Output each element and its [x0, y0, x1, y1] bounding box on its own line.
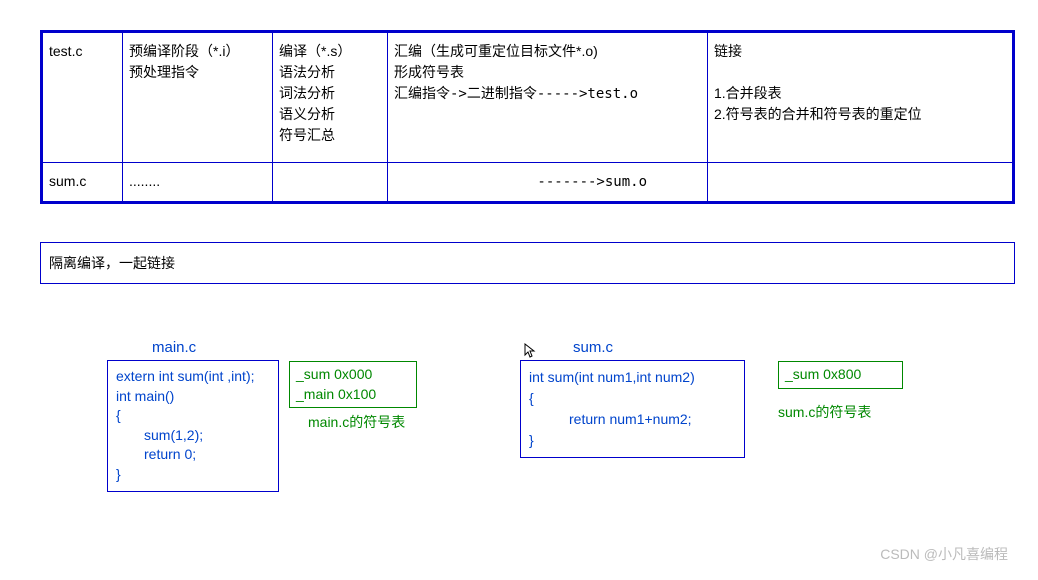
- cell-compile-l4: 符号汇总: [279, 127, 335, 143]
- symbol-entry: _main 0x100: [296, 386, 376, 402]
- sum-symbol-caption: sum.c的符号表: [778, 402, 871, 422]
- main-code-box: extern int sum(int ,int); int main() { s…: [107, 360, 279, 492]
- main-c-label: main.c: [152, 339, 196, 356]
- cell-link-title: 链接: [714, 43, 742, 59]
- cell-dots: ........: [129, 173, 160, 189]
- cell-link-l2: 2.符号表的合并和符号表的重定位: [714, 106, 922, 122]
- code-line: {: [116, 407, 121, 423]
- symbol-entry: _sum 0x800: [785, 366, 861, 382]
- code-line: }: [116, 466, 121, 482]
- code-line: return 0;: [116, 446, 196, 462]
- cell-link-l1: 1.合并段表: [714, 85, 782, 101]
- table-row: sum.c ........ ------->sum.o: [43, 163, 1013, 202]
- cell-compile-l3: 语义分析: [279, 106, 335, 122]
- sum-code-box: int sum(int num1,int num2) { return num1…: [520, 360, 745, 458]
- table-row: test.c 预编译阶段（*.i） 预处理指令 编译（*.s） 语法分析词法分析语义…: [43, 33, 1013, 163]
- cursor-icon: [524, 343, 536, 362]
- cell-file: test.c: [49, 43, 82, 59]
- sum-c-label: sum.c: [573, 339, 613, 356]
- cell-compile-l2: 词法分析: [279, 85, 335, 101]
- compilation-stages-table: test.c 预编译阶段（*.i） 预处理指令 编译（*.s） 语法分析词法分析语义…: [40, 30, 1015, 204]
- symbol-entry: _sum 0x000: [296, 366, 372, 382]
- watermark-text: CSDN @小凡喜编程: [880, 544, 1008, 564]
- cell-sum-o: ------->sum.o: [537, 174, 647, 190]
- code-line: extern int sum(int ,int);: [116, 368, 255, 384]
- cell-preprocess-title: 预编译阶段（*.i）: [129, 43, 239, 59]
- separator-caption-box: 隔离编译，一起链接: [40, 242, 1015, 284]
- code-line: return num1+num2;: [529, 411, 692, 427]
- sum-symbol-table: _sum 0x800: [778, 361, 903, 389]
- code-line: int sum(int num1,int num2): [529, 369, 695, 385]
- code-line: }: [529, 432, 534, 448]
- cell-compile-title: 编译（*.s）: [279, 43, 351, 59]
- code-line: sum(1,2);: [116, 427, 203, 443]
- code-line: int main(): [116, 388, 174, 404]
- cell-preprocess-sub: 预处理指令: [129, 64, 199, 80]
- cell-assemble-title: 汇编（生成可重定位目标文件*.o): [394, 43, 598, 59]
- cell-compile-l1: 语法分析: [279, 64, 335, 80]
- separator-text: 隔离编译，一起链接: [49, 255, 175, 271]
- main-symbol-caption: main.c的符号表: [308, 412, 405, 432]
- cell-assemble-l2: 汇编指令->二进制指令----->test.o: [394, 86, 638, 102]
- main-symbol-table: _sum 0x000 _main 0x100: [289, 361, 417, 408]
- code-line: {: [529, 390, 534, 406]
- cell-file2: sum.c: [49, 173, 86, 189]
- cell-assemble-l1: 形成符号表: [394, 64, 464, 80]
